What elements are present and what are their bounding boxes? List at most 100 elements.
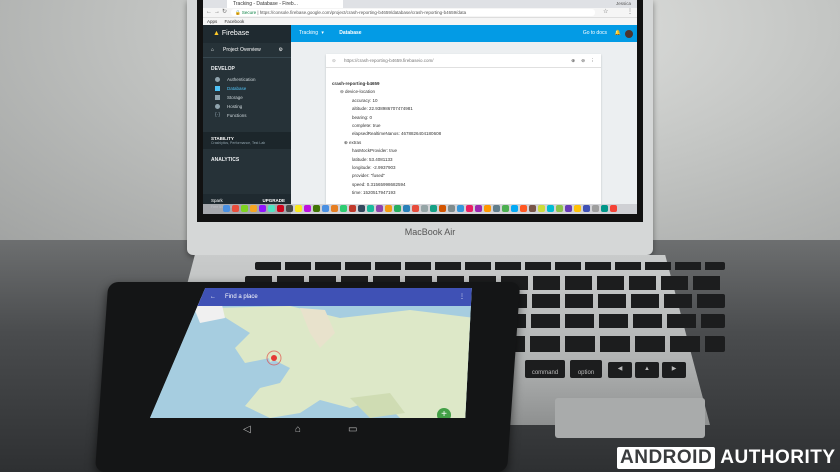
project-overview[interactable]: ⌂ Project Overview ⚙ [203,43,291,58]
dock-app-icon[interactable] [493,205,500,212]
dock-app-icon[interactable] [367,205,374,212]
dock-app-icon[interactable] [583,205,590,212]
dock-app-icon[interactable] [259,205,266,212]
dock-app-icon[interactable] [502,205,509,212]
section-analytics[interactable]: ANALYTICS [203,149,291,166]
bookmark-apps[interactable]: Apps [207,19,217,24]
add-icon[interactable]: ⊕ [571,54,575,68]
dock-app-icon[interactable] [484,205,491,212]
dock-app-icon[interactable] [457,205,464,212]
dock-app-icon[interactable] [574,205,581,212]
dock-app-icon[interactable] [394,205,401,212]
tree-node[interactable]: time: 1520517947193 [332,189,441,197]
upgrade-button[interactable]: UPGRADE [262,198,285,203]
android-home-icon[interactable]: ⌂ [295,424,301,435]
tree-node[interactable]: altitude: 22.938986707474981 [332,105,441,113]
tree-node[interactable]: bearing: 0 [332,114,441,122]
back-icon[interactable]: ← [206,9,212,16]
dock-app-icon[interactable] [304,205,311,212]
dock-app-icon[interactable] [385,205,392,212]
chevron-down-icon[interactable]: ▾ [321,30,324,36]
dock-app-icon[interactable] [331,205,338,212]
star-icon[interactable]: ☆ [603,9,608,16]
dock-app-icon[interactable] [601,205,608,212]
sidebar-item-hosting[interactable]: Hosting [203,102,291,111]
dock-app-icon[interactable] [358,205,365,212]
section-stability[interactable]: STABILITY Crashlytics, Performance, Test… [203,132,291,149]
tree-node[interactable]: latitude: 53.4081133 [332,156,441,164]
reload-icon[interactable]: ↻ [222,9,227,16]
dock-app-icon[interactable] [511,205,518,212]
tree-node[interactable]: crash-reporting-b4659 [332,80,441,88]
arrow-updown-key[interactable]: ▲ [635,362,659,378]
add-location-fab[interactable]: + [437,408,451,418]
dock-app-icon[interactable] [268,205,275,212]
android-recents-icon[interactable]: ▭ [348,424,357,435]
tree-node[interactable]: speed: 0.31565998682594 [332,181,441,189]
tree-node[interactable]: provider: "fused" [332,172,441,180]
function-keys-row[interactable] [255,262,725,270]
dock-app-icon[interactable] [322,205,329,212]
section-develop[interactable]: DEVELOP [203,58,291,75]
dock-app-icon[interactable] [565,205,572,212]
dock-app-icon[interactable] [376,205,383,212]
tree-node[interactable]: elapsedRealtimeNanos: 4678826404180608 [332,130,441,138]
dock-app-icon[interactable] [250,205,257,212]
tree-node[interactable]: hasMockProvider: true [332,147,441,155]
sidebar-item-functions[interactable]: {·} Functions [203,111,291,120]
more-icon[interactable]: ⋮ [591,54,596,68]
gear-icon[interactable]: ⚙ [279,43,283,57]
dock-app-icon[interactable] [295,205,302,212]
trackpad[interactable] [555,398,705,438]
dock-app-icon[interactable] [223,205,230,212]
dock-app-icon[interactable] [421,205,428,212]
menu-icon[interactable]: ⋮ [627,9,633,16]
sidebar-item-database[interactable]: Database [203,84,291,93]
dock-app-icon[interactable] [448,205,455,212]
firebase-logo[interactable]: ▲ Firebase [203,25,291,43]
bookmark-facebook[interactable]: Facebook [225,19,245,24]
option-key[interactable]: option [570,360,602,378]
dock-app-icon[interactable] [439,205,446,212]
dock-app-icon[interactable] [349,205,356,212]
dock-app-icon[interactable] [520,205,527,212]
dock-app-icon[interactable] [313,205,320,212]
bell-icon[interactable]: 🔔 [615,25,621,42]
dock-app-icon[interactable] [232,205,239,212]
dock-app-icon[interactable] [556,205,563,212]
tree-node[interactable]: ⊖ device-location [332,88,441,96]
dock-app-icon[interactable] [538,205,545,212]
dock-app-icon[interactable] [412,205,419,212]
remove-icon[interactable]: ⊖ [581,54,585,68]
dock-app-icon[interactable] [430,205,437,212]
dock-app-icon[interactable] [277,205,284,212]
forward-icon[interactable]: → [214,9,220,16]
dock-app-icon[interactable] [241,205,248,212]
profile-name[interactable]: Jessica [616,0,631,8]
docs-link[interactable]: Go to docs [583,25,607,42]
dock-app-icon[interactable] [529,205,536,212]
dock-app-icon[interactable] [340,205,347,212]
browser-tab[interactable]: Tracking - Database - Fireb... [227,0,343,8]
project-selector[interactable]: Tracking [299,30,318,36]
tree-node[interactable]: accuracy: 10 [332,97,441,105]
arrow-right-key[interactable]: ▶ [662,362,686,378]
dock-app-icon[interactable] [403,205,410,212]
dock-app-icon[interactable] [547,205,554,212]
back-arrow-icon[interactable]: ← [210,288,216,306]
avatar[interactable] [625,30,633,38]
dock-app-icon[interactable] [592,205,599,212]
url-field[interactable]: 🔒 Secure | https://console.firebase.goog… [231,9,595,16]
sidebar-item-authentication[interactable]: Authentication [203,75,291,84]
command-key[interactable]: command [525,360,565,378]
location-marker[interactable] [271,355,277,361]
europe-map[interactable] [150,288,475,418]
arrow-left-key[interactable]: ◀ [608,362,632,378]
overflow-menu-icon[interactable]: ⋮ [459,288,465,306]
dock-app-icon[interactable] [286,205,293,212]
tree-node[interactable]: ⊕ extras [332,139,441,147]
tree-node[interactable]: complete: true [332,122,441,130]
dock-app-icon[interactable] [610,205,617,212]
dock-app-icon[interactable] [475,205,482,212]
sidebar-item-storage[interactable]: Storage [203,93,291,102]
